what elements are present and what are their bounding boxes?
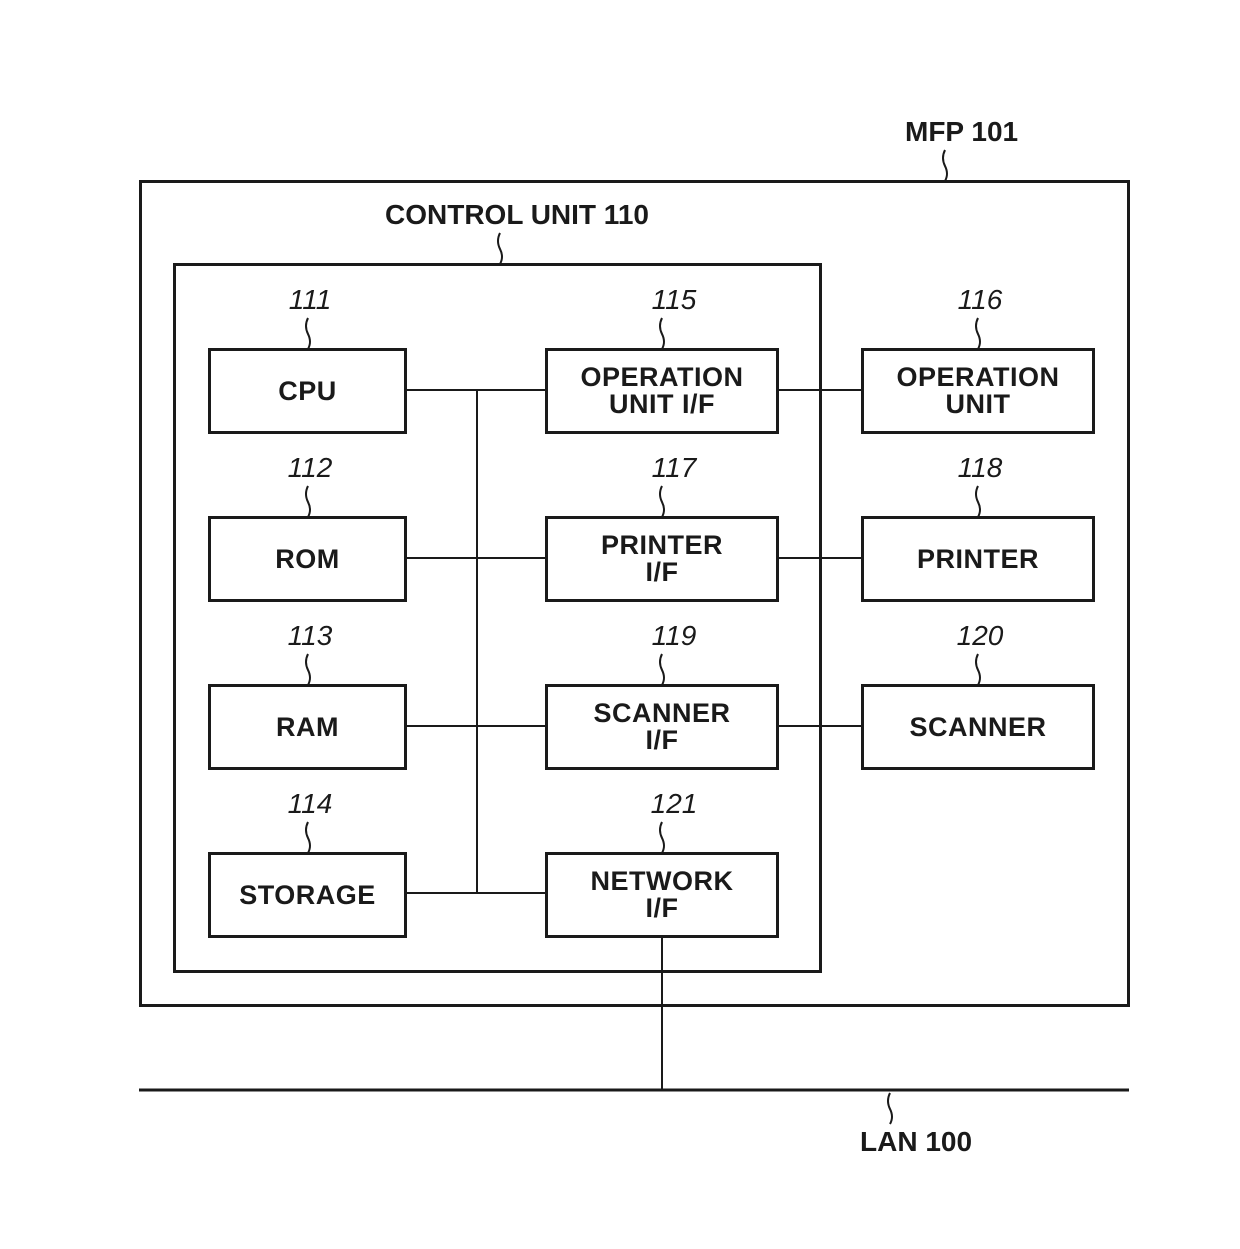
- printer-if-block: PRINTER I/F: [545, 516, 779, 602]
- leader-mfp: [942, 149, 948, 182]
- printer-block: PRINTER: [861, 516, 1095, 602]
- control-unit-label: CONTROL UNIT 110: [385, 199, 649, 230]
- scanner-label: SCANNER: [909, 711, 1047, 742]
- ref-121: 121: [650, 788, 698, 819]
- storage-block: STORAGE: [208, 852, 407, 938]
- ref-114: 114: [287, 788, 333, 819]
- ref-118: 118: [957, 452, 1003, 483]
- rom-label: ROM: [275, 543, 340, 574]
- ref-116: 116: [957, 284, 1003, 315]
- ref-119: 119: [651, 620, 697, 651]
- operation-unit-label-line2: UNIT: [945, 389, 1011, 419]
- ram-label: RAM: [276, 711, 339, 742]
- ref-113: 113: [287, 620, 333, 651]
- mfp-label: MFP 101: [905, 116, 1019, 147]
- network-if-label-line1: NETWORK: [590, 866, 734, 896]
- cpu-block: CPU: [208, 348, 407, 434]
- scanner-block: SCANNER: [861, 684, 1095, 770]
- ref-111: 111: [288, 284, 332, 315]
- ram-block: RAM: [208, 684, 407, 770]
- operation-unit-block: OPERATION UNIT: [861, 348, 1095, 434]
- printer-if-label-line1: PRINTER: [600, 530, 723, 560]
- ref-117: 117: [651, 452, 697, 483]
- operation-unit-label-line1: OPERATION: [896, 362, 1060, 392]
- rom-block: ROM: [208, 516, 407, 602]
- cpu-label: CPU: [278, 375, 337, 406]
- network-if-block: NETWORK I/F: [545, 852, 779, 938]
- ref-112: 112: [287, 452, 333, 483]
- leader-lan: [887, 1092, 893, 1125]
- ref-115: 115: [651, 284, 697, 315]
- operation-unit-if-block: OPERATION UNIT I/F: [545, 348, 779, 434]
- storage-label: STORAGE: [239, 879, 376, 910]
- scanner-if-label-line2: I/F: [645, 725, 679, 755]
- operation-unit-if-label-line2: UNIT I/F: [609, 389, 715, 419]
- ref-120: 120: [956, 620, 1004, 651]
- scanner-if-label-line1: SCANNER: [593, 698, 731, 728]
- network-if-label-line2: I/F: [645, 893, 679, 923]
- operation-unit-if-label-line1: OPERATION: [580, 362, 744, 392]
- printer-label: PRINTER: [916, 543, 1039, 574]
- lan-label: LAN 100: [860, 1126, 973, 1157]
- scanner-if-block: SCANNER I/F: [545, 684, 779, 770]
- printer-if-label-line2: I/F: [645, 557, 679, 587]
